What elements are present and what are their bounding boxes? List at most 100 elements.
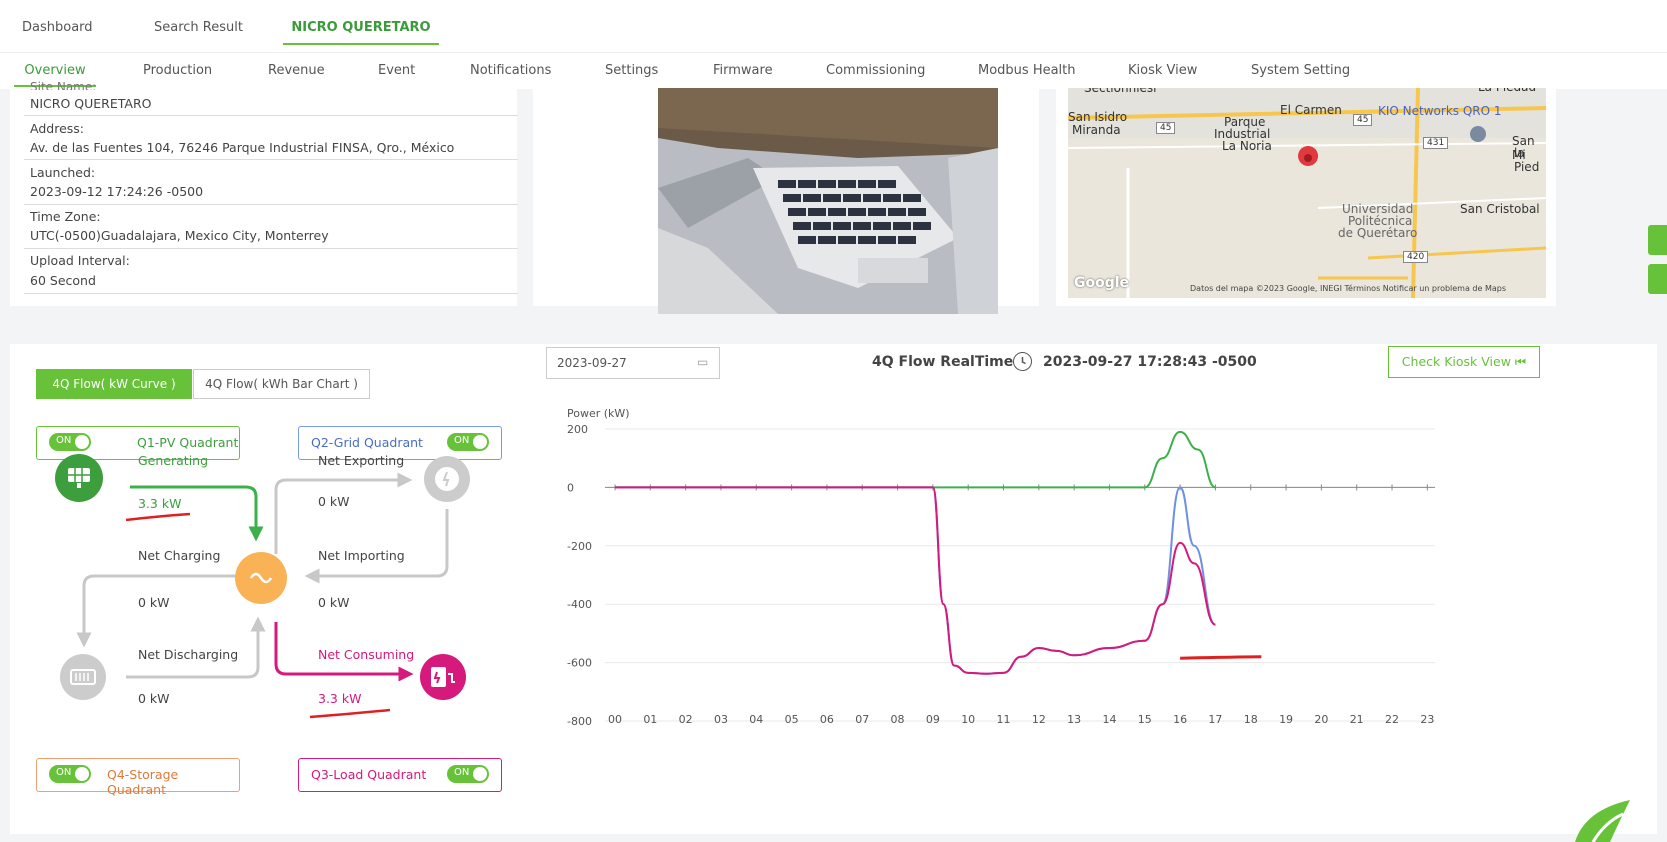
map-roads	[1068, 88, 1546, 298]
map-label: La Piedad	[1478, 88, 1536, 96]
net-importing-arrow	[304, 509, 449, 584]
solar-panel-icon	[55, 454, 103, 502]
map-label: KIO Networks QRO 1	[1378, 104, 1502, 118]
tab-event[interactable]: Event	[378, 63, 415, 78]
x-tick-label: 02	[679, 713, 693, 726]
net-charging-value: 0 kW	[138, 595, 170, 610]
google-logo: Google	[1074, 275, 1130, 291]
x-tick-label: 17	[1208, 713, 1222, 726]
x-tick-label: 00	[608, 713, 622, 726]
net-consuming-value: 3.3 kW	[318, 691, 362, 706]
timezone-value: UTC(-0500)Guadalajara, Mexico City, Mont…	[30, 228, 329, 243]
site-name-label: Site Name:	[30, 80, 97, 90]
x-tick-label: 16	[1173, 713, 1187, 726]
tab-commissioning[interactable]: Commissioning	[826, 63, 925, 78]
breadcrumb-dashboard[interactable]: Dashboard	[22, 20, 93, 35]
breadcrumb-bar: Dashboard Search Result NICRO QUERETARO	[0, 0, 1667, 52]
breadcrumb-site[interactable]: NICRO QUERETARO	[283, 20, 439, 45]
x-tick-label: 15	[1138, 713, 1152, 726]
tab-revenue[interactable]: Revenue	[268, 63, 325, 78]
y-tick-label: -600	[567, 657, 592, 670]
generating-value: 3.3 kW	[138, 496, 182, 511]
calendar-icon: ▭	[697, 355, 709, 369]
net-discharging-value: 0 kW	[138, 691, 170, 706]
map-road-badge: 420	[1403, 251, 1429, 263]
net-exporting-value: 0 kW	[318, 494, 350, 509]
power-chart: Power (kW) 200 0 -200 -400 -600 -800 00 01 02 03 04…	[567, 407, 1435, 728]
net-importing-value: 0 kW	[318, 595, 350, 610]
site-map[interactable]: Sectionniesi San Isidro Miranda Parque I…	[1068, 88, 1546, 298]
launched-label: Launched:	[30, 165, 96, 180]
brand-logo	[1575, 800, 1630, 842]
x-tick-label: 20	[1314, 713, 1328, 726]
upload-interval-label: Upload Interval:	[30, 253, 130, 268]
upload-interval-value: 60 Second	[30, 273, 96, 288]
map-card: Sectionniesi San Isidro Miranda Parque I…	[1056, 88, 1556, 306]
tab-settings[interactable]: Settings	[605, 63, 658, 78]
x-tick-label: 11	[997, 713, 1011, 726]
x-tick-label: 09	[926, 713, 940, 726]
map-road-badge: 431	[1423, 137, 1449, 149]
load-charger-icon	[420, 654, 466, 700]
divider	[24, 159, 518, 160]
realtime-timestamp: 2023-09-27 17:28:43 -0500	[1043, 354, 1257, 370]
x-tick-label: 19	[1279, 713, 1293, 726]
annotation-underline	[309, 708, 391, 719]
breadcrumb-search-result[interactable]: Search Result	[154, 20, 243, 35]
net-exporting-arrow	[274, 472, 413, 554]
map-road-badge: 45	[1353, 114, 1373, 126]
timezone-label: Time Zone:	[30, 209, 101, 224]
map-label: Miranda	[1072, 123, 1121, 137]
x-tick-label: 13	[1067, 713, 1081, 726]
map-label: de Querétaro	[1338, 226, 1418, 240]
date-picker[interactable]: 2023-09-27 ▭	[546, 347, 720, 379]
divider	[24, 115, 518, 116]
x-tick-label: 05	[785, 713, 799, 726]
x-tick-label: 23	[1420, 713, 1434, 726]
address-label: Address:	[30, 121, 84, 136]
kiosk-arrow-icon: ⏮	[1514, 354, 1527, 369]
inverter-icon	[235, 552, 287, 604]
map-label: Sectionniesi	[1084, 88, 1157, 95]
grid-meter-icon	[424, 456, 470, 502]
map-label: San Isidro	[1068, 110, 1128, 124]
tab-production[interactable]: Production	[143, 63, 212, 78]
check-kiosk-view-button[interactable]: Check Kiosk View ⏮	[1388, 346, 1540, 378]
divider	[24, 293, 518, 294]
tab-system-setting[interactable]: System Setting	[1251, 63, 1350, 78]
net-charging-label: Net Charging	[138, 548, 221, 563]
x-tick-label: 01	[643, 713, 657, 726]
x-tick-label: 10	[961, 713, 975, 726]
tab-kiosk-view[interactable]: Kiosk View	[1128, 63, 1197, 78]
y-tick-label: 200	[567, 423, 588, 436]
y-tick-label: -800	[567, 715, 592, 728]
map-label: La Noria	[1222, 139, 1272, 153]
tab-modbus-health[interactable]: Modbus Health	[978, 63, 1076, 78]
flow-card: 4Q Flow( kW Curve ) 4Q Flow( kWh Bar Cha…	[10, 344, 1657, 834]
map-label: San Cristobal	[1460, 202, 1540, 216]
tab-notifications[interactable]: Notifications	[470, 63, 551, 78]
x-tick-label: 22	[1385, 713, 1399, 726]
y-tick-label: 0	[567, 481, 574, 494]
side-widget-search-icon[interactable]	[1648, 264, 1667, 294]
y-axis-label: Power (kW)	[567, 407, 630, 420]
map-attribution[interactable]: Datos del mapa ©2023 Google, INEGI Térmi…	[1190, 284, 1506, 293]
side-widget-grid-icon[interactable]	[1648, 225, 1667, 255]
net-discharging-label: Net Discharging	[138, 647, 239, 662]
y-tick-label: -200	[567, 540, 592, 553]
site-aerial-photo	[658, 88, 998, 314]
site-photo-card	[533, 88, 1039, 314]
map-label: la Pied	[1514, 146, 1540, 174]
x-tick-label: 08	[891, 713, 905, 726]
battery-icon	[60, 654, 106, 700]
date-input-value: 2023-09-27	[557, 356, 627, 370]
map-label: El Carmen	[1280, 103, 1342, 117]
site-name-value: NICRO QUERETARO	[30, 96, 152, 111]
generating-label: Generating	[138, 453, 209, 468]
annotation-underline	[125, 512, 191, 522]
x-tick-label: 18	[1244, 713, 1258, 726]
net-exporting-label: Net Exporting	[318, 453, 405, 468]
x-tick-label: 12	[1032, 713, 1046, 726]
net-importing-label: Net Importing	[318, 548, 405, 563]
tab-firmware[interactable]: Firmware	[713, 63, 773, 78]
